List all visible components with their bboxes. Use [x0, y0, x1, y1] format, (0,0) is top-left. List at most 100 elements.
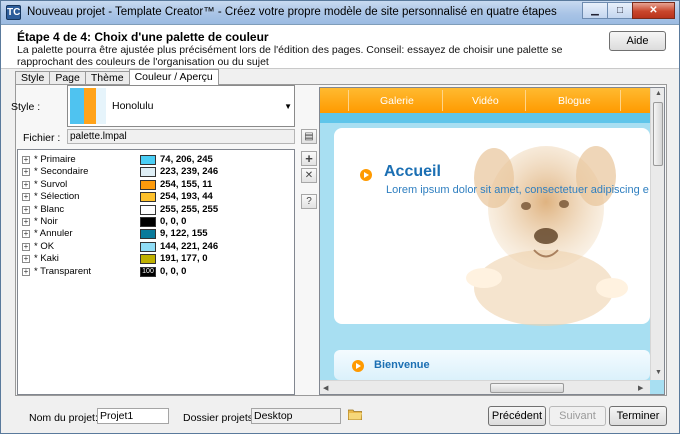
file-label: Fichier :	[23, 132, 61, 144]
preview-horizontal-scrollbar[interactable]: ◀ ▶	[320, 380, 650, 394]
project-name-label: Nom du projet:	[29, 412, 98, 424]
window-title: Nouveau projet - Template Creator™ - Cré…	[27, 6, 557, 18]
palette-color-name: * Kaki	[34, 253, 59, 265]
previous-button[interactable]: Précédent	[488, 406, 546, 426]
tab-color-preview[interactable]: Couleur / Aperçu	[128, 69, 219, 85]
palette-row[interactable]: + * Sélection 254, 193, 44	[18, 191, 294, 203]
title-bar[interactable]: TC Nouveau projet - Template Creator™ - …	[1, 1, 679, 25]
color-swatch[interactable]	[140, 254, 156, 265]
help-button[interactable]: Aide	[609, 31, 666, 51]
app-icon: TC	[6, 5, 21, 20]
expand-icon[interactable]: +	[22, 156, 30, 164]
finish-button[interactable]: Terminer	[609, 406, 667, 426]
color-swatch[interactable]	[140, 167, 156, 178]
folder-icon[interactable]	[348, 408, 362, 420]
color-swatch[interactable]	[140, 229, 156, 240]
section-bullet-icon	[352, 360, 364, 372]
expand-icon[interactable]: +	[22, 267, 30, 276]
style-selected-value: Honolulu	[112, 100, 154, 112]
add-color-button[interactable]: +	[301, 151, 317, 166]
color-swatch[interactable]: 100	[140, 266, 156, 277]
scroll-left-icon[interactable]: ◀	[323, 384, 328, 392]
preview-vertical-scrollbar[interactable]: ▲ ▼	[650, 88, 664, 380]
color-swatch[interactable]	[140, 241, 156, 252]
minimize-button[interactable]: ▁	[582, 2, 608, 19]
style-thumbnail-secondary	[96, 88, 106, 124]
horizontal-scroll-thumb[interactable]	[490, 383, 564, 393]
tab-page[interactable]: Page	[49, 71, 86, 85]
expand-icon[interactable]: +	[22, 255, 30, 264]
preview-nav-bar: Galerie Vidéo Blogue	[320, 88, 650, 113]
nav-separator	[442, 90, 443, 111]
project-name-field[interactable]: Projet1	[97, 408, 169, 424]
color-swatch[interactable]	[140, 217, 156, 227]
preview-nav-video: Vidéo	[472, 95, 499, 107]
palette-row[interactable]: + * Annuler 9, 122, 155	[18, 228, 294, 240]
palette-color-value: 0, 0, 0	[160, 265, 187, 277]
palette-row[interactable]: + * Noir 0, 0, 0	[18, 216, 294, 228]
preview-section-title: Bienvenue	[374, 359, 430, 371]
dropdown-arrow-icon[interactable]: ▼	[284, 102, 292, 111]
project-folder-label: Dossier projets:	[183, 412, 256, 424]
expand-icon[interactable]: +	[22, 168, 30, 177]
file-field: palette.lmpal	[67, 129, 295, 144]
expand-icon[interactable]: +	[22, 218, 30, 226]
palette-color-value: 9, 122, 155	[160, 228, 208, 240]
expand-icon[interactable]: +	[22, 205, 30, 214]
expand-icon[interactable]: +	[22, 180, 30, 189]
scroll-up-icon[interactable]: ▲	[655, 90, 662, 97]
palette-color-name: * Survol	[34, 178, 68, 190]
palette-color-name: * Transparent	[34, 265, 92, 277]
close-button[interactable]: ✕	[632, 2, 675, 19]
step-description: La palette pourra être ajustée plus préc…	[17, 44, 563, 68]
palette-row[interactable]: + * Secondaire 223, 239, 246	[18, 166, 294, 178]
expand-icon[interactable]: +	[22, 193, 30, 202]
nav-separator	[525, 90, 526, 111]
scroll-right-icon[interactable]: ▶	[638, 384, 643, 392]
palette-color-name: * Blanc	[34, 203, 65, 215]
palette-color-name: * Primaire	[34, 154, 76, 165]
palette-row[interactable]: + * Kaki 191, 177, 0	[18, 253, 294, 265]
color-swatch[interactable]	[140, 155, 156, 165]
style-dropdown[interactable]: Honolulu ▼	[67, 85, 295, 127]
tab-theme[interactable]: Thème	[84, 71, 130, 85]
palette-color-value: 144, 221, 246	[160, 240, 219, 252]
expand-icon[interactable]: +	[22, 242, 30, 251]
palette-color-value: 255, 255, 255	[160, 203, 219, 215]
dog-photo	[466, 146, 628, 326]
vertical-scroll-thumb[interactable]	[653, 102, 663, 166]
color-swatch[interactable]	[140, 192, 156, 203]
next-button[interactable]: Suivant	[549, 406, 606, 426]
palette-row[interactable]: + * Survol 254, 155, 11	[18, 179, 294, 191]
palette-color-name: * Annuler	[34, 228, 73, 240]
wizard-header: Étape 4 de 4: Choix d'une palette de cou…	[1, 25, 679, 69]
heading-bullet-icon	[360, 169, 372, 181]
maximize-button[interactable]: □	[607, 2, 633, 19]
palette-row[interactable]: + * OK 144, 221, 246	[18, 241, 294, 253]
preview-heading: Accueil	[384, 163, 441, 180]
palette-row[interactable]: + * Transparent 100 0, 0, 0	[18, 266, 294, 278]
palette-color-value: 223, 239, 246	[160, 166, 219, 178]
color-swatch[interactable]	[140, 179, 156, 190]
delete-color-button[interactable]: ✕	[301, 168, 317, 183]
style-label: Style :	[11, 101, 41, 113]
scroll-down-icon[interactable]: ▼	[655, 369, 662, 376]
edit-palette-button[interactable]: ▤	[301, 129, 317, 144]
project-folder-field: Desktop	[251, 408, 341, 424]
palette-row[interactable]: + * Primaire 74, 206, 245	[18, 154, 294, 166]
palette-help-button[interactable]: ?	[301, 194, 317, 209]
nav-separator	[620, 90, 621, 111]
step-title: Étape 4 de 4: Choix d'une palette de cou…	[17, 30, 269, 44]
palette-color-name: * Noir	[34, 216, 58, 227]
expand-icon[interactable]: +	[22, 230, 30, 239]
palette-color-value: 0, 0, 0	[160, 216, 187, 227]
palette-tree[interactable]: + * Primaire 74, 206, 245 + * Secondaire 223,…	[17, 149, 295, 395]
window-controls: ▁ □ ✕	[582, 2, 675, 19]
palette-color-value: 254, 193, 44	[160, 191, 213, 203]
preview-nav-blogue: Blogue	[558, 95, 591, 107]
app-window: TC Nouveau projet - Template Creator™ - …	[0, 0, 680, 434]
tab-style[interactable]: Style	[15, 71, 51, 85]
color-swatch[interactable]	[140, 204, 156, 215]
palette-row[interactable]: + * Blanc 255, 255, 255	[18, 204, 294, 216]
site-preview: Galerie Vidéo Blogue Accueil Lorem ipsum…	[319, 87, 665, 395]
